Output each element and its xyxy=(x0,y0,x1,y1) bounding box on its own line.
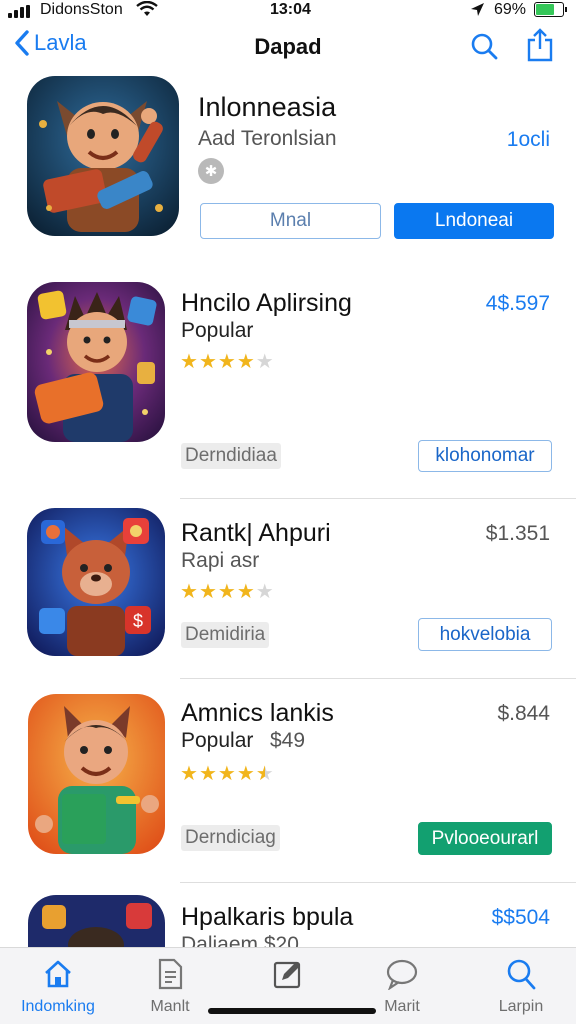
tab-home[interactable]: Indomking xyxy=(3,954,113,1016)
star-icon: ★ xyxy=(180,351,198,373)
home-icon xyxy=(42,954,74,994)
app-name: Hpalkaris bpula xyxy=(181,903,354,931)
get-button[interactable]: Pvlooeourarl xyxy=(418,822,552,855)
tab-edit[interactable] xyxy=(233,954,343,998)
tab-marit[interactable]: Marit xyxy=(347,954,457,1016)
tab-manlt[interactable]: Manlt xyxy=(115,954,225,1016)
app-price: 4$.597 xyxy=(485,292,550,315)
app-icon-bear[interactable]: $ xyxy=(27,508,165,656)
star-icon: ★ xyxy=(180,763,198,785)
star-icon: ★ xyxy=(198,581,217,603)
carrier-name: DidonsSton xyxy=(40,1,123,18)
app-price: $1.351 xyxy=(485,522,550,545)
edit-icon xyxy=(272,954,304,994)
divider xyxy=(180,498,576,499)
navigation-bar: Lavla Dapad xyxy=(0,26,576,70)
status-bar: DidonsSton 13:04 69% xyxy=(0,0,576,22)
chat-bubble-icon xyxy=(385,954,419,994)
star-icon: ★ xyxy=(217,581,236,603)
star-icon: ★ xyxy=(217,763,236,785)
divider xyxy=(180,678,576,679)
rating-stars: ★ ★ ★ ★ ★ xyxy=(180,582,274,602)
share-icon xyxy=(527,28,553,62)
category-badge: Demidiria xyxy=(181,622,270,648)
rating-stars: ★ ★ ★ ★ ★ xyxy=(180,352,274,372)
tab-search[interactable]: Larpin xyxy=(466,954,576,1016)
star-icon: ★ xyxy=(236,763,255,785)
star-icon: ★ xyxy=(255,763,274,785)
app-price: $.844 xyxy=(497,702,550,725)
app-subtitle: Rapi asr xyxy=(181,549,260,572)
home-indicator xyxy=(208,1008,376,1014)
app-subtitle: Daliaem $20 xyxy=(181,933,299,947)
gear-icon[interactable]: ✱ xyxy=(198,158,224,184)
category-badge: Derndiciag xyxy=(181,825,280,851)
app-name: Amnics lankis xyxy=(181,699,334,727)
app-subtitle: Aad Teronlsian xyxy=(198,127,337,150)
wifi-icon xyxy=(136,0,158,23)
star-icon: ★ xyxy=(180,581,198,603)
get-button[interactable]: klohonomar xyxy=(418,440,552,472)
document-icon xyxy=(156,954,184,994)
star-icon: ★ xyxy=(236,351,255,373)
search-icon xyxy=(506,954,536,994)
search-button[interactable] xyxy=(470,32,498,65)
star-icon: ★ xyxy=(217,351,236,373)
clock: 13:04 xyxy=(270,1,311,18)
tab-label: Manlt xyxy=(150,998,190,1015)
tab-label: Indomking xyxy=(21,998,95,1015)
star-icon: ★ xyxy=(198,763,217,785)
app-subtitle: Popular xyxy=(181,319,254,342)
app-name: Rantk| Ahpuri xyxy=(181,519,331,547)
tab-label: Larpin xyxy=(498,998,544,1015)
app-name: Hncilo Aplirsing xyxy=(181,289,352,317)
cellular-signal-icon xyxy=(8,5,30,18)
star-icon: ★ xyxy=(198,351,217,373)
rating-stars: ★ ★ ★ ★ ★ xyxy=(180,764,274,784)
app-icon-hero-headband[interactable] xyxy=(27,282,165,442)
location-arrow-icon xyxy=(470,2,485,21)
secondary-action-button[interactable]: Mnal xyxy=(200,203,381,239)
app-icon-hero-dark[interactable] xyxy=(28,895,165,947)
app-name: Inlonneasia xyxy=(198,92,337,122)
star-icon: ★ xyxy=(236,581,255,603)
app-price: 1ocli xyxy=(506,128,550,151)
battery-percent: 69% xyxy=(494,1,527,18)
app-subtitle-extra: $49 xyxy=(270,729,306,752)
app-subtitle: Popular xyxy=(181,729,254,752)
get-button[interactable]: hokvelobia xyxy=(418,618,552,651)
svg-text:$: $ xyxy=(133,611,143,631)
app-price: $$504 xyxy=(491,906,550,929)
tab-label: Marit xyxy=(384,998,420,1015)
primary-action-button[interactable]: Lndoneai xyxy=(394,203,554,239)
star-icon: ★ xyxy=(255,581,274,603)
divider xyxy=(180,882,576,883)
app-icon-hero-with-bag[interactable] xyxy=(27,76,179,236)
star-icon: ★ xyxy=(255,351,274,373)
app-icon-hero-green-book[interactable] xyxy=(28,694,165,854)
category-badge: Derndidiaa xyxy=(181,443,281,469)
search-icon xyxy=(471,33,498,60)
battery-icon xyxy=(534,2,567,17)
share-button[interactable] xyxy=(526,28,554,67)
